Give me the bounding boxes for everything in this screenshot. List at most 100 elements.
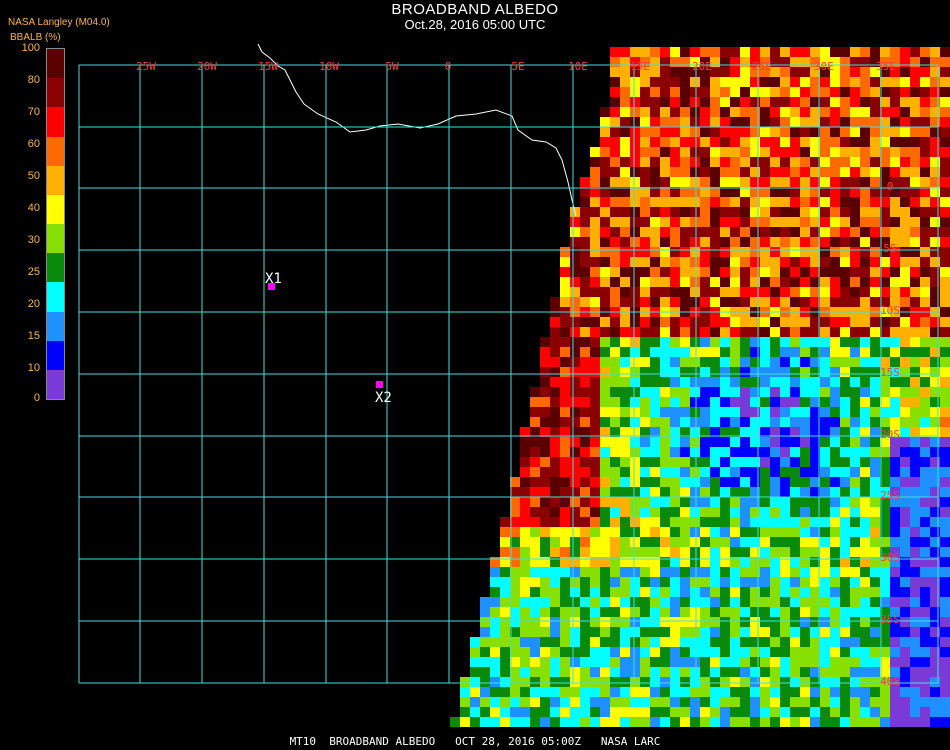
imagery-pixel: [820, 247, 830, 257]
imagery-pixel: [850, 567, 860, 577]
imagery-pixel: [860, 67, 870, 77]
imagery-pixel: [610, 407, 620, 417]
imagery-pixel: [630, 207, 640, 217]
imagery-pixel: [880, 697, 890, 707]
imagery-pixel: [500, 527, 510, 537]
imagery-pixel: [680, 707, 690, 717]
imagery-pixel: [670, 117, 680, 127]
imagery-pixel: [670, 167, 680, 177]
imagery-pixel: [730, 247, 740, 257]
imagery-pixel: [560, 637, 570, 647]
imagery-pixel: [640, 617, 650, 627]
imagery-pixel: [700, 297, 710, 307]
imagery-pixel: [610, 617, 620, 627]
imagery-pixel: [610, 207, 620, 217]
imagery-pixel: [580, 287, 590, 297]
imagery-pixel: [820, 417, 830, 427]
imagery-pixel: [610, 707, 620, 717]
imagery-pixel: [770, 657, 780, 667]
imagery-pixel: [770, 357, 780, 367]
imagery-pixel: [820, 527, 830, 537]
imagery-pixel: [940, 487, 950, 497]
imagery-pixel: [680, 277, 690, 287]
imagery-pixel: [510, 697, 520, 707]
imagery-pixel: [910, 47, 920, 57]
imagery-pixel: [900, 77, 910, 87]
imagery-pixel: [680, 547, 690, 557]
imagery-pixel: [680, 67, 690, 77]
imagery-pixel: [870, 107, 880, 117]
imagery-pixel: [710, 267, 720, 277]
imagery-pixel: [590, 597, 600, 607]
imagery-pixel: [760, 327, 770, 337]
imagery-pixel: [540, 637, 550, 647]
imagery-pixel: [740, 417, 750, 427]
imagery-pixel: [530, 417, 540, 427]
imagery-pixel: [890, 227, 900, 237]
imagery-pixel: [910, 87, 920, 97]
imagery-pixel: [790, 217, 800, 227]
imagery-pixel: [760, 337, 770, 347]
imagery-pixel: [600, 237, 610, 247]
imagery-pixel: [720, 147, 730, 157]
imagery-pixel: [860, 687, 870, 697]
imagery-pixel: [870, 287, 880, 297]
imagery-pixel: [690, 407, 700, 417]
imagery-pixel: [600, 287, 610, 297]
imagery-pixel: [590, 697, 600, 707]
imagery-pixel: [690, 247, 700, 257]
imagery-pixel: [660, 287, 670, 297]
imagery-pixel: [610, 47, 620, 57]
imagery-pixel: [700, 247, 710, 257]
imagery-pixel: [770, 687, 780, 697]
imagery-pixel: [920, 597, 930, 607]
imagery-pixel: [940, 547, 950, 557]
imagery-pixel: [920, 607, 930, 617]
imagery-pixel: [710, 587, 720, 597]
imagery-pixel: [790, 437, 800, 447]
imagery-pixel: [600, 157, 610, 167]
imagery-pixel: [890, 347, 900, 357]
imagery-pixel: [560, 717, 570, 727]
imagery-pixel: [550, 327, 560, 337]
imagery-pixel: [720, 477, 730, 487]
imagery-pixel: [900, 207, 910, 217]
imagery-pixel: [760, 227, 770, 237]
imagery-pixel: [940, 717, 950, 727]
imagery-pixel: [560, 537, 570, 547]
imagery-pixel: [670, 367, 680, 377]
imagery-pixel: [660, 177, 670, 187]
imagery-pixel: [650, 487, 660, 497]
imagery-pixel: [730, 507, 740, 517]
imagery-pixel: [830, 177, 840, 187]
imagery-pixel: [520, 527, 530, 537]
imagery-pixel: [940, 117, 950, 127]
imagery-pixel: [910, 667, 920, 677]
imagery-pixel: [710, 597, 720, 607]
imagery-pixel: [630, 497, 640, 507]
imagery-pixel: [680, 467, 690, 477]
imagery-pixel: [800, 157, 810, 167]
imagery-pixel: [580, 197, 590, 207]
imagery-pixel: [820, 507, 830, 517]
imagery-pixel: [920, 317, 930, 327]
imagery-pixel: [520, 677, 530, 687]
imagery-pixel: [620, 597, 630, 607]
imagery-pixel: [920, 447, 930, 457]
imagery-pixel: [940, 607, 950, 617]
imagery-pixel: [780, 217, 790, 227]
imagery-pixel: [730, 377, 740, 387]
imagery-pixel: [560, 347, 570, 357]
imagery-pixel: [720, 287, 730, 297]
imagery-pixel: [580, 207, 590, 217]
imagery-pixel: [850, 297, 860, 307]
imagery-pixel: [610, 697, 620, 707]
imagery-pixel: [790, 47, 800, 57]
imagery-pixel: [660, 397, 670, 407]
imagery-pixel: [620, 397, 630, 407]
imagery-pixel: [470, 687, 480, 697]
imagery-pixel: [920, 147, 930, 157]
imagery-pixel: [610, 67, 620, 77]
imagery-pixel: [620, 487, 630, 497]
imagery-pixel: [560, 677, 570, 687]
